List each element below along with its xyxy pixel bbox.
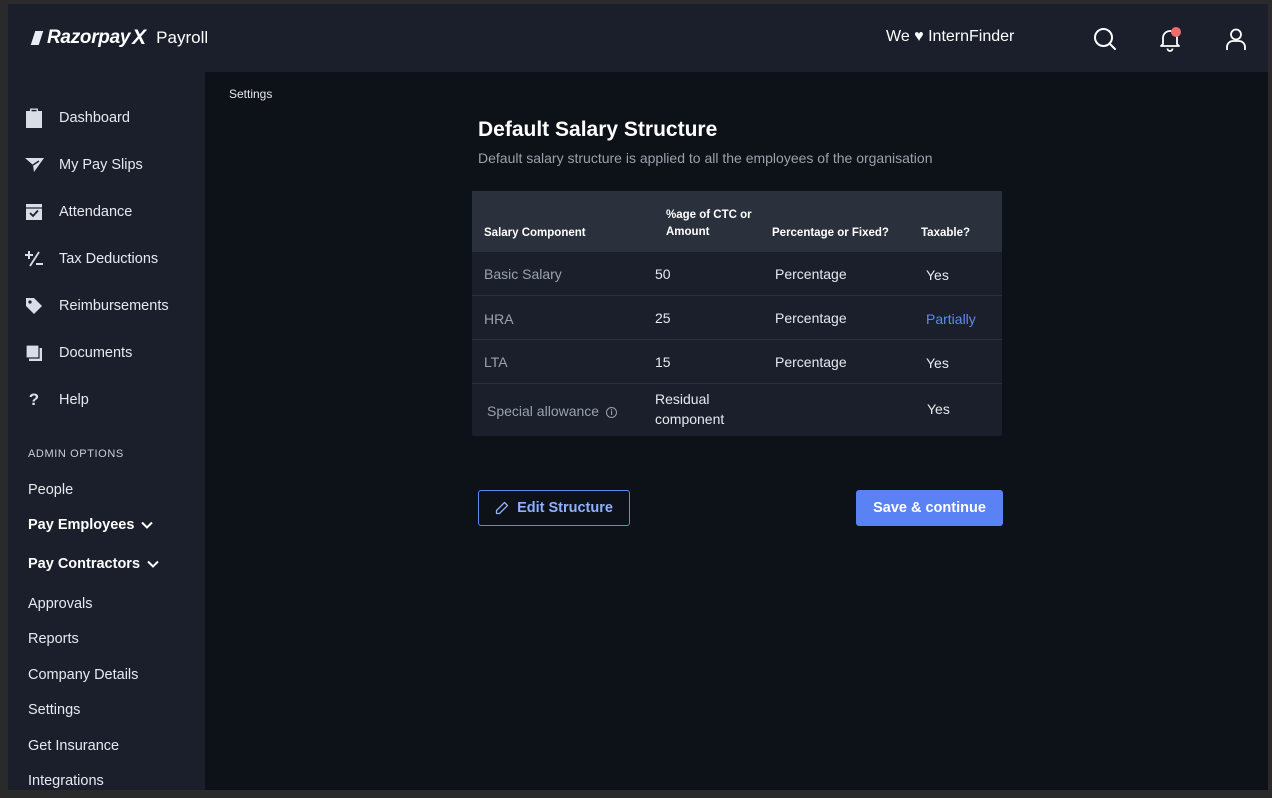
sidebar-item-approvals[interactable]: Approvals	[28, 596, 92, 612]
user-profile-icon[interactable]	[1223, 26, 1249, 52]
edit-structure-label: Edit Structure	[517, 500, 613, 516]
sidebar: Dashboard My Pay Slips Attendance Tax De…	[8, 72, 205, 790]
admin-options-heading: ADMIN OPTIONS	[28, 448, 124, 460]
sidebar-item-my-pay-slips[interactable]: My Pay Slips	[24, 153, 143, 177]
salary-component-name: Basic Salary	[484, 266, 562, 282]
calendar-check-icon	[24, 202, 44, 222]
column-header-salary-component: Salary Component	[484, 227, 586, 239]
notification-dot	[1171, 27, 1181, 37]
sidebar-item-documents[interactable]: Documents	[24, 341, 132, 365]
salary-component-amount: 50	[655, 266, 671, 282]
salary-component-name: HRA	[484, 311, 514, 327]
chevron-down-icon	[141, 521, 154, 529]
sidebar-item-label: Reimbursements	[59, 298, 169, 314]
sidebar-item-attendance[interactable]: Attendance	[24, 200, 132, 224]
question-icon: ?	[28, 390, 40, 409]
sidebar-item-dashboard[interactable]: Dashboard	[24, 106, 130, 130]
top-bar: Razorpay X Payroll We ♥ InternFinder	[8, 4, 1268, 72]
logo-x-text: X	[132, 26, 147, 49]
logo-product-text: Payroll	[156, 28, 209, 47]
sidebar-item-label: Documents	[59, 345, 133, 361]
salary-component-name-wrapper: Special allowance i	[487, 401, 618, 421]
info-icon[interactable]: i	[606, 407, 618, 418]
salary-component-type: Percentage	[775, 310, 847, 326]
table-row: Special allowance i Residual component Ye…	[472, 383, 1002, 436]
sidebar-item-label: Tax Deductions	[59, 251, 159, 267]
salary-component-amount: Residual component	[655, 391, 725, 427]
sidebar-item-tax-deductions[interactable]: Tax Deductions	[24, 247, 158, 271]
organisation-name[interactable]: We ♥ InternFinder	[886, 28, 1014, 46]
table-header: Salary Component %age of CTC or Amount P…	[472, 191, 1002, 251]
column-header-amount: %age of CTC or Amount	[666, 209, 752, 238]
salary-component-type: Percentage	[775, 266, 847, 282]
sidebar-item-label: Dashboard	[59, 110, 130, 126]
table-row: LTA 15 Percentage Yes	[472, 339, 1002, 383]
sidebar-item-label: Pay Contractors	[28, 556, 141, 572]
sidebar-item-pay-employees[interactable]: Pay Employees	[28, 517, 154, 533]
sidebar-item-pay-contractors[interactable]: Pay Contractors	[28, 556, 160, 572]
sidebar-item-label: Pay Employees	[28, 517, 135, 533]
sidebar-item-reports[interactable]: Reports	[28, 631, 79, 647]
documents-icon	[24, 343, 44, 363]
salary-component-amount: 15	[655, 354, 671, 370]
salary-component-name: LTA	[484, 354, 508, 370]
sidebar-item-settings[interactable]: Settings	[28, 702, 80, 718]
razorpayx-payroll-logo[interactable]: Razorpay X Payroll	[30, 26, 209, 50]
chevron-down-icon	[147, 560, 159, 568]
sidebar-item-label: Help	[59, 392, 89, 408]
salary-component-name: Special allowance	[487, 403, 600, 419]
app-window: Razorpay X Payroll We ♥ InternFinder Das…	[8, 4, 1268, 790]
page-title: Default Salary Structure	[478, 118, 718, 141]
logo-brand-text: Razorpay	[47, 27, 131, 48]
salary-component-taxable: Yes	[927, 401, 950, 417]
notification-bell-icon[interactable]	[1157, 26, 1183, 52]
salary-component-type: Percentage	[775, 354, 847, 370]
salary-component-taxable: Yes	[926, 267, 949, 283]
paper-plane-icon	[24, 155, 44, 175]
salary-structure-table: Salary Component %age of CTC or Amount P…	[472, 191, 1002, 436]
razorpay-logo-mark-icon	[30, 31, 44, 45]
clipboard-icon	[24, 108, 44, 128]
sidebar-item-get-insurance[interactable]: Get Insurance	[28, 738, 119, 754]
sidebar-item-label: Attendance	[59, 204, 133, 220]
search-icon[interactable]	[1092, 26, 1118, 52]
pencil-icon	[495, 501, 509, 515]
page-subtitle: Default salary structure is applied to a…	[478, 150, 933, 166]
column-header-percentage-or-fixed: Percentage or Fixed?	[772, 227, 889, 239]
table-row: Basic Salary 50 Percentage Yes	[472, 251, 1002, 295]
sidebar-item-people[interactable]: People	[28, 482, 73, 498]
salary-component-amount: 25	[655, 310, 671, 326]
tag-icon	[24, 296, 44, 316]
column-header-taxable: Taxable?	[921, 227, 970, 239]
sidebar-item-reimbursements[interactable]: Reimbursements	[24, 294, 169, 318]
salary-component-taxable: Yes	[926, 355, 949, 371]
sidebar-item-label: My Pay Slips	[59, 157, 143, 173]
sidebar-item-help[interactable]: ? Help	[24, 388, 89, 412]
edit-structure-button[interactable]: Edit Structure	[478, 490, 630, 526]
save-and-continue-button[interactable]: Save & continue	[856, 490, 1003, 526]
taxable-partially-link[interactable]: Partially	[926, 309, 976, 329]
table-row: HRA 25 Percentage Partially	[472, 295, 1002, 339]
sidebar-item-integrations[interactable]: Integrations	[28, 773, 104, 789]
sidebar-item-company-details[interactable]: Company Details	[28, 667, 138, 683]
main-content: Settings Default Salary Structure Defaul…	[205, 72, 1268, 790]
breadcrumb: Settings	[229, 87, 273, 101]
plus-minus-icon	[24, 249, 44, 269]
